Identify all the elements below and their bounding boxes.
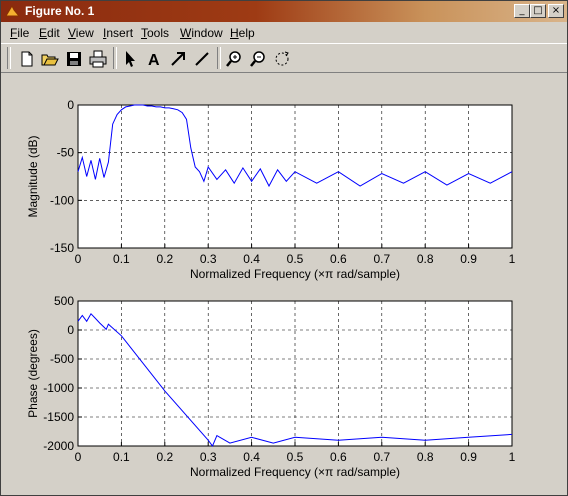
x-tick-label: 0.6 <box>330 252 347 266</box>
print-icon[interactable] <box>88 49 108 69</box>
y-tick-label: 0 <box>67 98 74 112</box>
toolbar-separator <box>217 47 221 69</box>
matlab-logo-icon <box>5 4 20 17</box>
window-title: Figure No. 1 <box>25 4 95 18</box>
y-axis-label: Magnitude (dB) <box>26 135 40 217</box>
y-tick-label: 0 <box>67 323 74 337</box>
x-tick-label: 0.1 <box>113 450 130 464</box>
x-tick-label: 0 <box>75 252 82 266</box>
menu-file[interactable]: File <box>10 26 29 40</box>
close-button[interactable]: × <box>548 4 564 18</box>
toolbar: A <box>1 43 567 73</box>
y-axis-label: Phase (degrees) <box>26 329 40 418</box>
x-tick-label: 0 <box>75 450 82 464</box>
zoom-in-icon[interactable] <box>224 49 244 69</box>
x-tick-label: 0.2 <box>156 450 173 464</box>
toolbar-separator <box>113 47 117 69</box>
save-icon[interactable] <box>64 49 84 69</box>
x-tick-label: 0.7 <box>373 252 390 266</box>
menu-window[interactable]: Window <box>180 26 223 40</box>
y-tick-label: 500 <box>54 294 74 308</box>
y-tick-label: -2000 <box>43 439 74 453</box>
menu-bar: File Edit View Insert Tools Window Help <box>1 23 567 42</box>
x-axis-label: Normalized Frequency (×π rad/sample) <box>190 465 400 479</box>
zoom-out-icon[interactable] <box>248 49 268 69</box>
line-insert-icon[interactable] <box>192 49 212 69</box>
figure-window: Figure No. 1 _ □ × File Edit View Insert… <box>0 0 568 496</box>
x-tick-label: 0.8 <box>417 450 434 464</box>
figure-canvas: 0 0.1 0.2 0.3 0.4 0.5 0.6 0.7 0.8 0.9 1 0 -50 -100 -15… <box>26 98 516 479</box>
text-insert-icon[interactable]: A <box>144 49 164 69</box>
y-tick-label: -150 <box>50 241 74 255</box>
x-tick-label: 0.5 <box>287 252 304 266</box>
y-tick-label: -100 <box>50 193 74 207</box>
rotate-icon[interactable] <box>272 49 292 69</box>
x-tick-label: 0.5 <box>287 450 304 464</box>
x-tick-label: 0.3 <box>200 252 217 266</box>
y-tick-label: -50 <box>57 146 75 160</box>
x-tick-label: 0.9 <box>460 450 477 464</box>
x-tick-label: 0.6 <box>330 450 347 464</box>
x-tick-label: 0.7 <box>373 450 390 464</box>
title-bar[interactable]: Figure No. 1 _ □ × <box>1 1 567 22</box>
arrow-select-icon[interactable] <box>120 49 140 69</box>
x-tick-label: 0.3 <box>200 450 217 464</box>
menu-edit[interactable]: Edit <box>39 26 60 40</box>
new-file-icon[interactable] <box>17 49 37 69</box>
menu-help[interactable]: Help <box>230 26 255 40</box>
x-tick-label: 0.4 <box>243 252 260 266</box>
arrow-insert-icon[interactable] <box>168 49 188 69</box>
menu-tools[interactable]: Tools <box>141 26 169 40</box>
x-tick-label: 0.1 <box>113 252 130 266</box>
maximize-button[interactable]: □ <box>530 4 546 18</box>
menu-insert[interactable]: Insert <box>103 26 133 40</box>
text-tool-label: A <box>148 52 160 69</box>
y-tick-label: -1000 <box>43 381 74 395</box>
menu-view[interactable]: View <box>68 26 94 40</box>
y-tick-label: -500 <box>50 352 74 366</box>
x-tick-label: 0.4 <box>243 450 260 464</box>
x-tick-label: 1 <box>509 252 516 266</box>
open-folder-icon[interactable] <box>40 49 60 69</box>
x-tick-label: 0.9 <box>460 252 477 266</box>
x-tick-label: 1 <box>509 450 516 464</box>
minimize-button[interactable]: _ <box>514 4 530 18</box>
x-axis-label: Normalized Frequency (×π rad/sample) <box>190 267 400 281</box>
y-tick-label: -1500 <box>43 410 74 424</box>
x-tick-label: 0.2 <box>156 252 173 266</box>
toolbar-grip <box>7 47 11 69</box>
x-tick-label: 0.8 <box>417 252 434 266</box>
